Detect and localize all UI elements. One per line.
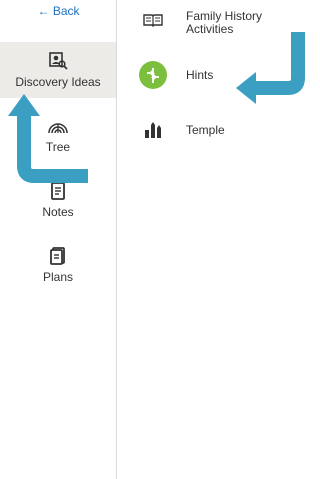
hints-icon <box>138 60 168 90</box>
back-button[interactable]: ← Back <box>0 4 117 18</box>
nav-item-label: Discovery Ideas <box>15 75 101 89</box>
list-item-hints[interactable]: Hints <box>138 60 213 90</box>
discovery-ideas-icon <box>48 50 68 72</box>
book-icon <box>138 12 168 28</box>
nav-item-label: Plans <box>42 270 74 284</box>
sidebar-nav: ← Back Discovery Ideas Tree Notes Plans <box>0 0 117 479</box>
list-item-label: Temple <box>186 122 225 137</box>
list-item-temple[interactable]: Temple <box>138 122 225 138</box>
nav-item-plans[interactable]: Plans <box>0 237 116 293</box>
temple-icon <box>138 122 168 138</box>
list-item-label: Hints <box>186 67 214 82</box>
callout-arrow-up <box>8 94 88 183</box>
nav-item-label: Notes <box>42 205 74 219</box>
plans-icon <box>50 245 66 267</box>
callout-arrow-left <box>236 32 305 104</box>
